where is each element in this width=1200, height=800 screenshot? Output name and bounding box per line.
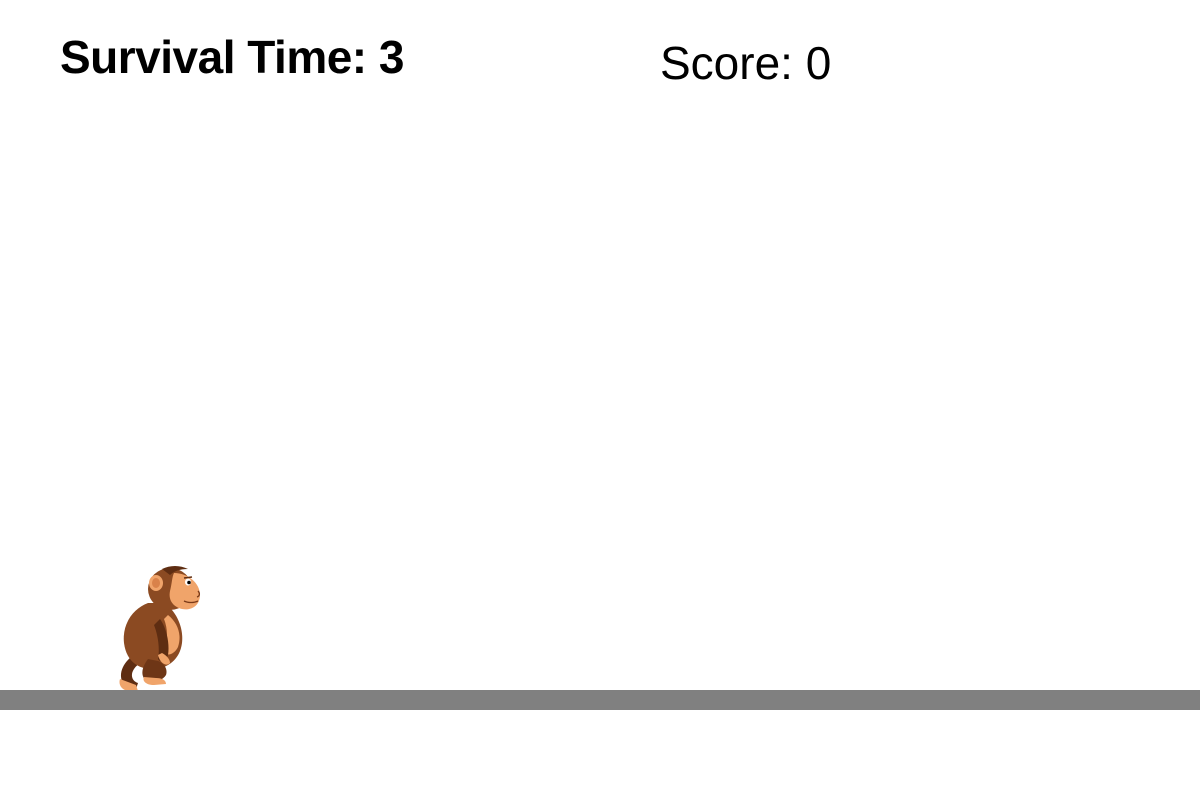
score-value: 0 <box>805 37 832 89</box>
ground-platform <box>0 690 1200 710</box>
monkey-player-icon <box>108 563 208 693</box>
survival-time-display: Survival Time: 3 <box>60 31 405 83</box>
game-stage[interactable]: Survival Time: 3 Score: 0 <box>0 0 1200 800</box>
survival-time-label: Survival Time: <box>60 31 379 83</box>
score-label: Score: <box>660 37 806 89</box>
score-display: Score: 0 <box>660 40 831 86</box>
survival-time-value: 3 <box>378 31 405 83</box>
